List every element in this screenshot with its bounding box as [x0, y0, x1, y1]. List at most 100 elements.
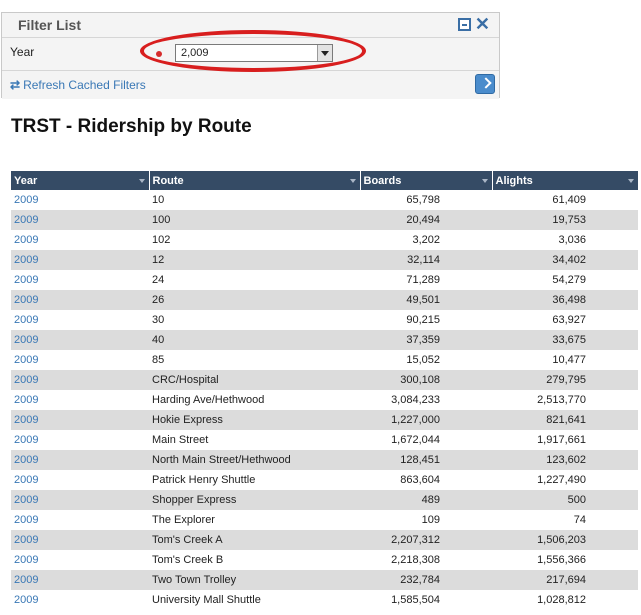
column-header-route[interactable]: Route — [149, 171, 361, 190]
boards-cell: 1,227,000 — [360, 410, 492, 430]
table-body: 2009 10 65,798 61,409 2009 100 20,494 19,753 200… — [11, 190, 638, 610]
year-cell[interactable]: 2009 — [11, 550, 149, 570]
sort-icon — [138, 179, 145, 183]
boards-cell: 20,494 — [360, 210, 492, 230]
route-cell: Patrick Henry Shuttle — [149, 470, 360, 490]
table-row: 2009 The Explorer 109 74 — [11, 510, 638, 530]
sort-icon — [481, 179, 488, 183]
route-cell: 26 — [149, 290, 360, 310]
route-cell: 10 — [149, 190, 360, 210]
ridership-table: Year Route Boards Alights 2009 10 65,798 61… — [11, 171, 639, 610]
sort-icon — [349, 179, 356, 183]
table-row: 2009 Harding Ave/Hethwood 3,084,233 2,513,7… — [11, 390, 638, 410]
boards-cell: 232,784 — [360, 570, 492, 590]
route-cell: 12 — [149, 250, 360, 270]
route-cell: Hokie Express — [149, 410, 360, 430]
route-cell: CRC/Hospital — [149, 370, 360, 390]
chevron-down-icon[interactable] — [317, 45, 332, 61]
alights-cell: 19,753 — [492, 210, 638, 230]
year-cell[interactable]: 2009 — [11, 250, 149, 270]
boards-cell: 109 — [360, 510, 492, 530]
refresh-icon: ⇄ — [10, 78, 21, 92]
year-cell[interactable]: 2009 — [11, 370, 149, 390]
route-cell: 100 — [149, 210, 360, 230]
refresh-label: Refresh Cached Filters — [23, 78, 146, 92]
route-cell: Shopper Express — [149, 490, 360, 510]
boards-cell: 49,501 — [360, 290, 492, 310]
alights-cell: 2,513,770 — [492, 390, 638, 410]
table-row: 2009 CRC/Hospital 300,108 279,795 — [11, 370, 638, 390]
table-row: 2009 40 37,359 33,675 — [11, 330, 638, 350]
route-cell: North Main Street/Hethwood — [149, 450, 360, 470]
year-cell[interactable]: 2009 — [11, 530, 149, 550]
boards-cell: 128,451 — [360, 450, 492, 470]
year-cell[interactable]: 2009 — [11, 270, 149, 290]
year-cell[interactable]: 2009 — [11, 570, 149, 590]
table-row: 2009 10 65,798 61,409 — [11, 190, 638, 210]
boards-cell: 90,215 — [360, 310, 492, 330]
year-select[interactable]: 2,009 — [175, 44, 333, 62]
year-cell[interactable]: 2009 — [11, 210, 149, 230]
table-row: 2009 University Mall Shuttle 1,585,504 1,02… — [11, 590, 638, 610]
alights-cell: 1,917,661 — [492, 430, 638, 450]
table-row: 2009 26 49,501 36,498 — [11, 290, 638, 310]
year-cell[interactable]: 2009 — [11, 350, 149, 370]
alights-cell: 36,498 — [492, 290, 638, 310]
boards-cell: 15,052 — [360, 350, 492, 370]
table-row: 2009 100 20,494 19,753 — [11, 210, 638, 230]
route-cell: 85 — [149, 350, 360, 370]
filter-panel-header: Filter List ✕ — [2, 13, 499, 38]
route-cell: University Mall Shuttle — [149, 590, 360, 610]
table-row: 2009 Tom's Creek A 2,207,312 1,506,203 — [11, 530, 638, 550]
year-cell[interactable]: 2009 — [11, 470, 149, 490]
route-cell: 102 — [149, 230, 360, 250]
table-row: 2009 30 90,215 63,927 — [11, 310, 638, 330]
alights-cell: 1,556,366 — [492, 550, 638, 570]
alights-cell: 54,279 — [492, 270, 638, 290]
column-header-alights[interactable]: Alights — [492, 171, 639, 190]
refresh-cached-filters-link[interactable]: ⇄ Refresh Cached Filters — [10, 78, 146, 92]
year-cell[interactable]: 2009 — [11, 430, 149, 450]
year-cell[interactable]: 2009 — [11, 330, 149, 350]
alights-cell: 74 — [492, 510, 638, 530]
boards-cell: 1,585,504 — [360, 590, 492, 610]
table-row: 2009 Main Street 1,672,044 1,917,661 — [11, 430, 638, 450]
year-label: Year — [10, 45, 35, 59]
boards-cell: 2,207,312 — [360, 530, 492, 550]
year-cell[interactable]: 2009 — [11, 290, 149, 310]
table-header-row: Year Route Boards Alights — [11, 171, 639, 190]
alights-cell: 123,602 — [492, 450, 638, 470]
table-row: 2009 102 3,202 3,036 — [11, 230, 638, 250]
apply-filter-button[interactable] — [475, 74, 495, 94]
route-cell: 24 — [149, 270, 360, 290]
year-cell[interactable]: 2009 — [11, 190, 149, 210]
route-cell: 30 — [149, 310, 360, 330]
close-icon[interactable]: ✕ — [475, 14, 490, 34]
boards-cell: 1,672,044 — [360, 430, 492, 450]
alights-cell: 1,227,490 — [492, 470, 638, 490]
alights-cell: 1,028,812 — [492, 590, 638, 610]
column-header-boards[interactable]: Boards — [360, 171, 493, 190]
year-cell[interactable]: 2009 — [11, 310, 149, 330]
route-cell: The Explorer — [149, 510, 360, 530]
column-header-year[interactable]: Year — [11, 171, 150, 190]
filter-panel-footer: ⇄ Refresh Cached Filters — [2, 70, 499, 99]
route-cell: Harding Ave/Hethwood — [149, 390, 360, 410]
year-cell[interactable]: 2009 — [11, 510, 149, 530]
minimize-icon[interactable] — [458, 18, 471, 31]
table-row: 2009 Two Town Trolley 232,784 217,694 — [11, 570, 638, 590]
year-cell[interactable]: 2009 — [11, 450, 149, 470]
year-cell[interactable]: 2009 — [11, 230, 149, 250]
boards-cell: 65,798 — [360, 190, 492, 210]
route-cell: Tom's Creek A — [149, 530, 360, 550]
alights-cell: 1,506,203 — [492, 530, 638, 550]
table-row: 2009 North Main Street/Hethwood 128,451 123… — [11, 450, 638, 470]
year-cell[interactable]: 2009 — [11, 490, 149, 510]
alights-cell: 500 — [492, 490, 638, 510]
route-cell: Two Town Trolley — [149, 570, 360, 590]
alights-cell: 821,641 — [492, 410, 638, 430]
year-cell[interactable]: 2009 — [11, 410, 149, 430]
alights-cell: 34,402 — [492, 250, 638, 270]
year-cell[interactable]: 2009 — [11, 590, 149, 610]
year-cell[interactable]: 2009 — [11, 390, 149, 410]
